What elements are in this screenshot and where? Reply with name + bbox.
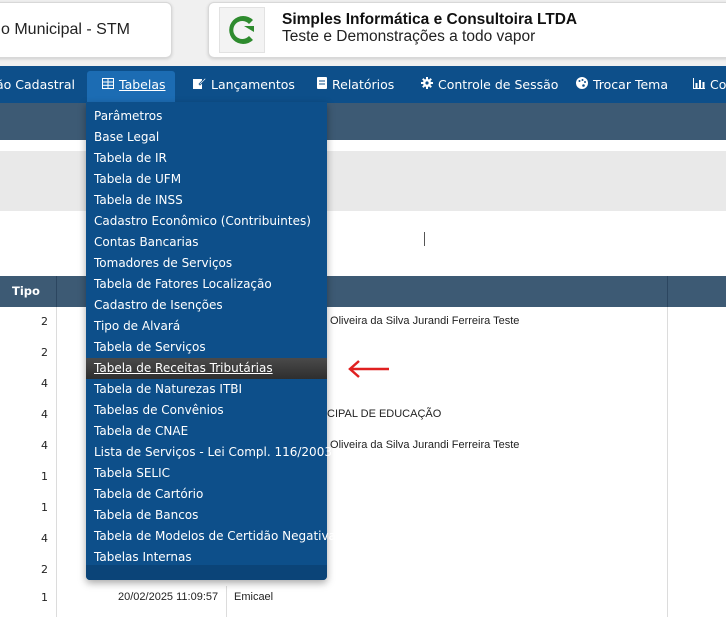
cell-divider [226, 586, 227, 617]
menu-item-modelos-certidao[interactable]: Tabela de Modelos de Certidão Negativa [86, 526, 336, 547]
cell-tipo: 2 [41, 346, 48, 359]
cell-tipo: 1 [41, 470, 48, 483]
cell-description: oli Oliveira da Silva Jurandi Ferreira T… [316, 315, 520, 327]
nav-item-lancamentos[interactable]: Lançamentos [193, 66, 295, 103]
cell-tipo: 4 [41, 377, 48, 390]
company-subtitle: Teste e Demonstrações a todo vapor [282, 28, 536, 45]
menu-item-selic[interactable]: Tabela SELIC [86, 463, 327, 484]
column-divider [56, 276, 57, 307]
menu-item-lista-servicos[interactable]: Lista de Serviços - Lei Compl. 116/2003 [86, 442, 332, 463]
menu-item-base-legal[interactable]: Base Legal [86, 127, 327, 148]
menu-item-fatores-localizacao[interactable]: Tabela de Fatores Localização [86, 274, 327, 295]
menu-item-cnae[interactable]: Tabela de CNAE [86, 421, 327, 442]
nav-item-controle-sessao[interactable]: Controle de Sessão [421, 66, 558, 103]
document-icon [317, 67, 327, 104]
menu-item-receitas-tributarias[interactable]: Tabela de Receitas Tributárias [86, 358, 327, 379]
cell-divider [667, 586, 668, 617]
company-logo [219, 7, 265, 53]
cell-divider [56, 586, 57, 617]
cell-date: 20/02/2025 11:09:57 [118, 591, 219, 603]
edit-icon [193, 67, 207, 104]
nav-label: Trocar Tema [593, 77, 668, 92]
cell-divider [56, 400, 57, 431]
cell-description: NICIPAL DE EDUCAÇÃO [316, 408, 442, 420]
nav-item-tabelas[interactable]: Tabelas [102, 66, 166, 103]
nav-label: Controle de Sessão [438, 77, 559, 92]
cell-description: Emicael [234, 591, 274, 603]
text-cursor [424, 232, 425, 246]
menu-item-tipo-alvara[interactable]: Tipo de Alvará [86, 316, 327, 337]
nav-label: Tabelas [119, 77, 166, 92]
cell-divider [56, 307, 57, 338]
cell-divider [667, 369, 668, 400]
menu-item-tabela-ir[interactable]: Tabela de IR [86, 148, 327, 169]
nav-label: ão Cadastral [0, 77, 75, 92]
company-card: Simples Informática e Consultoira LTDA T… [208, 2, 726, 58]
cell-description: oli Oliveira da Silva Jurandi Ferreira T… [316, 439, 520, 451]
cell-divider [667, 555, 668, 586]
cell-divider [667, 307, 668, 338]
tabelas-dropdown-menu: Parâmetros Base Legal Tabela de IR Tabel… [86, 102, 336, 580]
column-header-tipo: Tipo [12, 284, 40, 298]
cell-tipo: 4 [41, 532, 48, 545]
cell-divider [56, 431, 57, 462]
menu-item-cadastro-economico[interactable]: Cadastro Econômico (Contribuintes) [86, 211, 327, 232]
company-name: Simples Informática e Consultoira LTDA [282, 11, 578, 28]
cell-divider [56, 462, 57, 493]
cell-tipo: 4 [41, 439, 48, 452]
annotation-arrow-icon [348, 360, 389, 378]
table-row[interactable]: 1 20/02/2025 11:09:57 Emicael [0, 586, 726, 617]
cell-divider [56, 524, 57, 555]
dropdown-footer [86, 565, 327, 580]
column-divider [667, 276, 668, 307]
app-header: o Municipal - STM Simples Informática e … [0, 0, 726, 66]
chart-icon [693, 67, 705, 104]
nav-item-relatorios[interactable]: Relatórios [317, 66, 394, 103]
menu-item-convenios[interactable]: Tabelas de Convênios [86, 400, 327, 421]
cell-divider [56, 338, 57, 369]
menu-item-parametros[interactable]: Parâmetros [86, 106, 327, 127]
nav-label: Lançamentos [211, 77, 295, 92]
cell-divider [667, 462, 668, 493]
menu-item-tomadores-servicos[interactable]: Tomadores de Serviços [86, 253, 327, 274]
company-logo-icon [229, 16, 254, 44]
cell-tipo: 2 [41, 563, 48, 576]
municipality-title: o Municipal - STM [1, 21, 130, 38]
cell-divider [56, 369, 57, 400]
cell-divider [667, 431, 668, 462]
menu-item-tabela-inss[interactable]: Tabela de INSS [86, 190, 327, 211]
menu-item-contas-bancarias[interactable]: Contas Bancarias [86, 232, 327, 253]
table-icon [102, 67, 114, 104]
menu-item-bancos[interactable]: Tabela de Bancos [86, 505, 327, 526]
nav-label: Co [710, 77, 726, 92]
cell-tipo: 1 [41, 591, 48, 604]
palette-icon [576, 67, 588, 104]
cell-divider [667, 338, 668, 369]
nav-label: Relatórios [332, 77, 395, 92]
menu-item-cadastro-isencoes[interactable]: Cadastro de Isenções [86, 295, 327, 316]
nav-item-co[interactable]: Co [693, 66, 726, 103]
menu-item-cartorio[interactable]: Tabela de Cartório [86, 484, 327, 505]
cell-divider [56, 555, 57, 586]
menu-item-tabela-servicos[interactable]: Tabela de Serviços [86, 337, 327, 358]
cell-divider [667, 524, 668, 555]
menu-item-tabela-ufm[interactable]: Tabela de UFM [86, 169, 327, 190]
cell-divider [56, 493, 57, 524]
nav-item-trocar-tema[interactable]: Trocar Tema [576, 66, 668, 103]
gear-icon [421, 67, 433, 104]
menu-item-naturezas-itbi[interactable]: Tabela de Naturezas ITBI [86, 379, 327, 400]
cell-divider [667, 493, 668, 524]
municipality-card: o Municipal - STM [0, 2, 172, 58]
cell-tipo: 1 [41, 501, 48, 514]
cell-divider [667, 400, 668, 431]
cell-tipo: 2 [41, 315, 48, 328]
cell-tipo: 4 [41, 408, 48, 421]
nav-item-cadastral[interactable]: ão Cadastral [0, 66, 75, 103]
